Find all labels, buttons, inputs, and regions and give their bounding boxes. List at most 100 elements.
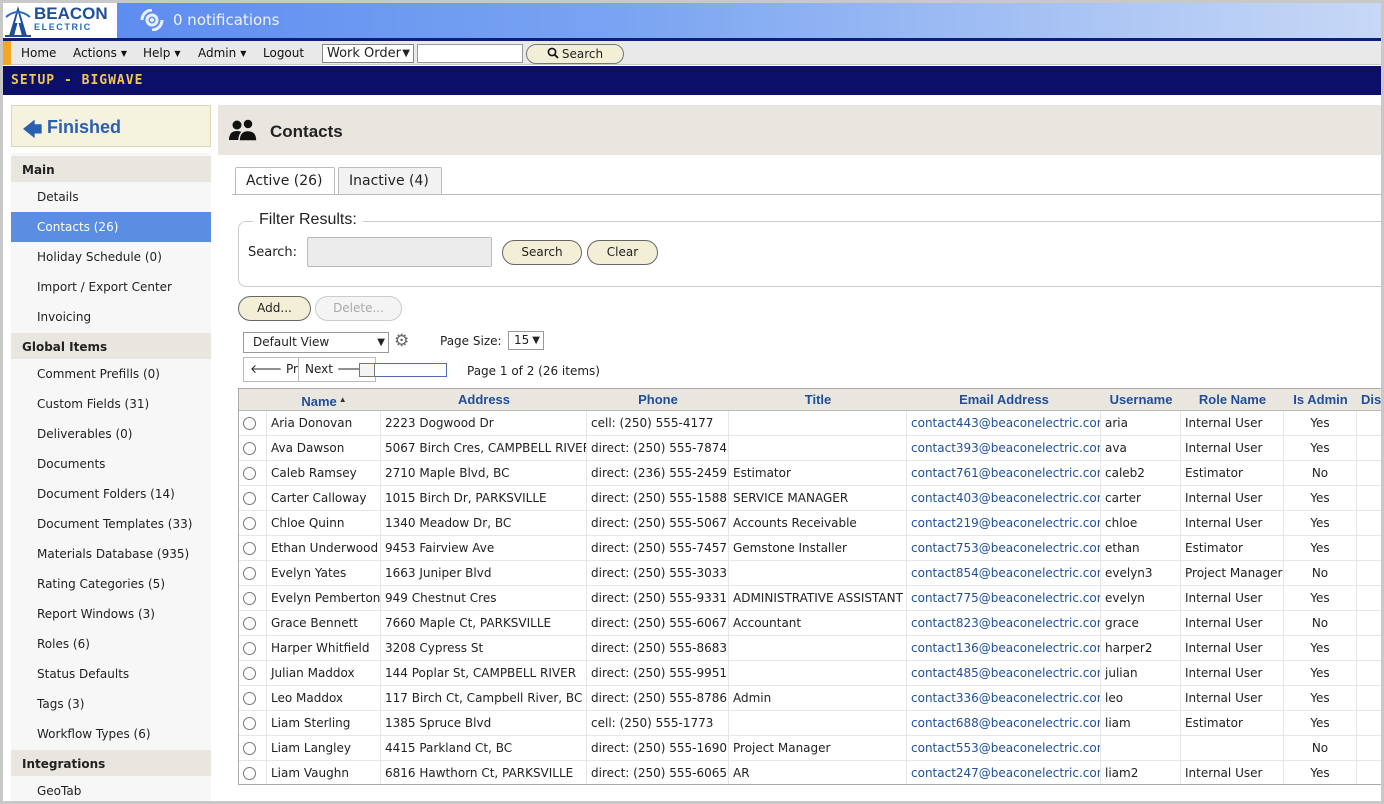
cell-email[interactable]: contact753@beaconelectric.com: [907, 536, 1101, 561]
cell-username: leo: [1101, 686, 1181, 711]
sidebar-item-document-folders[interactable]: Document Folders (14): [11, 479, 211, 509]
quick-search-button[interactable]: Search: [526, 44, 624, 64]
menu-actions[interactable]: Actions ▼: [73, 46, 127, 60]
row-select-cell: [239, 636, 267, 661]
row-select-cell: [239, 536, 267, 561]
header-col-name[interactable]: Name ▲: [267, 389, 381, 411]
logo[interactable]: BEACON ELECTRIC: [3, 3, 115, 38]
filter-search-button[interactable]: Search: [502, 240, 582, 265]
table-row[interactable]: Liam Sterling 1385 Spruce Blvd cell: (250)…: [239, 711, 1381, 736]
row-select-cell: [239, 736, 267, 761]
header-col-username[interactable]: Username: [1101, 389, 1181, 411]
cell-role: Project Manager: [1181, 561, 1284, 586]
cell-dis: [1357, 411, 1381, 436]
gear-icon[interactable]: ⚙: [394, 332, 412, 350]
sidebar-item-status-defaults[interactable]: Status Defaults: [11, 659, 211, 689]
page-slider-handle[interactable]: [359, 363, 375, 377]
page-slider[interactable]: [359, 363, 447, 377]
cell-email[interactable]: contact485@beaconelectric.com: [907, 661, 1101, 686]
tabs-divider: [232, 194, 1381, 195]
cell-email[interactable]: contact688@beaconelectric.com: [907, 711, 1101, 736]
table-row[interactable]: Carter Calloway 1015 Birch Dr, PARKSVILLE…: [239, 486, 1381, 511]
sidebar-item-holiday-schedule[interactable]: Holiday Schedule (0): [11, 242, 211, 272]
table-row[interactable]: Aria Donovan 2223 Dogwood Dr cell: (250) 5…: [239, 411, 1381, 436]
sidebar-item-workflow-types[interactable]: Workflow Types (6): [11, 719, 211, 749]
cell-email[interactable]: contact136@beaconelectric.com: [907, 636, 1101, 661]
table-row[interactable]: Ava Dawson 5067 Birch Cres, CAMPBELL RIVE…: [239, 436, 1381, 461]
sidebar-item-geotab[interactable]: GeoTab: [11, 776, 211, 801]
sidebar-item-document-templates[interactable]: Document Templates (33): [11, 509, 211, 539]
sidebar-item-report-windows[interactable]: Report Windows (3): [11, 599, 211, 629]
table-row[interactable]: Liam Langley 4415 Parkland Ct, BC direct: …: [239, 736, 1381, 761]
cell-email[interactable]: contact443@beaconelectric.com: [907, 411, 1101, 436]
tab-active[interactable]: Active (26): [235, 167, 335, 195]
caret-down-icon: ▼: [240, 49, 247, 58]
filter-search-input[interactable]: [307, 237, 492, 267]
cell-title: [729, 711, 907, 736]
table-row[interactable]: Evelyn Pemberton 949 Chestnut Cres direct:…: [239, 586, 1381, 611]
sidebar-item-tags[interactable]: Tags (3): [11, 689, 211, 719]
filter-clear-button[interactable]: Clear: [587, 240, 658, 265]
notifications-count[interactable]: 0 notifications: [173, 11, 279, 29]
quick-search-label: Search: [561, 47, 604, 61]
cell-email[interactable]: contact761@beaconelectric.com: [907, 461, 1101, 486]
cell-email[interactable]: contact775@beaconelectric.com: [907, 586, 1101, 611]
sidebar-item-invoicing[interactable]: Invoicing: [11, 302, 211, 332]
header-col-phone[interactable]: Phone: [587, 389, 729, 411]
cell-email[interactable]: contact219@beaconelectric.com: [907, 511, 1101, 536]
table-row[interactable]: Leo Maddox 117 Birch Ct, Campbell River, …: [239, 686, 1381, 711]
cell-email[interactable]: contact823@beaconelectric.com: [907, 611, 1101, 636]
finished-button[interactable]: 🡄 Finished: [11, 105, 211, 147]
delete-button[interactable]: Delete...: [315, 296, 402, 321]
table-header: Name ▲ Address Phone Title Email Address Usern…: [239, 389, 1381, 411]
sidebar-item-import-export[interactable]: Import / Export Center: [11, 272, 211, 302]
cell-email[interactable]: contact553@beaconelectric.com: [907, 736, 1101, 761]
cell-email[interactable]: contact247@beaconelectric.com: [907, 761, 1101, 784]
menu-admin[interactable]: Admin ▼: [198, 46, 246, 60]
sidebar-item-contacts[interactable]: Contacts (26): [11, 212, 211, 242]
header-col-address[interactable]: Address: [381, 389, 587, 411]
tab-inactive[interactable]: Inactive (4): [338, 167, 442, 195]
sidebar-item-documents[interactable]: Documents: [11, 449, 211, 479]
sidebar-item-custom-fields[interactable]: Custom Fields (31): [11, 389, 211, 419]
page-size-select[interactable]: 15 ▼: [508, 331, 544, 350]
cell-email[interactable]: contact393@beaconelectric.com: [907, 436, 1101, 461]
table-row[interactable]: Chloe Quinn 1340 Meadow Dr, BC direct: (25…: [239, 511, 1381, 536]
quick-search-input[interactable]: [417, 44, 523, 63]
cell-is-admin: Yes: [1284, 511, 1357, 536]
table-row[interactable]: Harper Whitfield 3208 Cypress St direct: (…: [239, 636, 1381, 661]
table-row[interactable]: Julian Maddox 144 Poplar St, CAMPBELL RIV…: [239, 661, 1381, 686]
table-row[interactable]: Grace Bennett 7660 Maple Ct, PARKSVILLE di…: [239, 611, 1381, 636]
header-label: Email Address: [959, 392, 1049, 407]
cell-name: Liam Vaughn: [267, 761, 381, 784]
sidebar-item-materials-database[interactable]: Materials Database (935): [11, 539, 211, 569]
search-type-select[interactable]: Work Order ▼: [322, 44, 414, 63]
cell-role: Internal User: [1181, 611, 1284, 636]
notification-icon[interactable]: [139, 9, 165, 31]
header-col-email[interactable]: Email Address: [907, 389, 1101, 411]
menu-home[interactable]: Home: [21, 46, 56, 60]
sidebar-item-comment-prefills[interactable]: Comment Prefills (0): [11, 359, 211, 389]
cell-name: Carter Calloway: [267, 486, 381, 511]
menu-help[interactable]: Help ▼: [143, 46, 181, 60]
header-col-role[interactable]: Role Name: [1181, 389, 1284, 411]
sidebar-heading-global: Global Items: [11, 333, 211, 359]
table-row[interactable]: Caleb Ramsey 2710 Maple Blvd, BC direct: (…: [239, 461, 1381, 486]
cell-address: 117 Birch Ct, Campbell River, BC: [381, 686, 587, 711]
sidebar-item-details[interactable]: Details: [11, 182, 211, 212]
header-col-dis[interactable]: Dis: [1357, 389, 1381, 411]
sidebar-item-rating-categories[interactable]: Rating Categories (5): [11, 569, 211, 599]
view-select[interactable]: Default View ▼: [243, 332, 389, 353]
cell-email[interactable]: contact336@beaconelectric.com: [907, 686, 1101, 711]
header-col-is-admin[interactable]: Is Admin: [1284, 389, 1357, 411]
cell-email[interactable]: contact403@beaconelectric.com: [907, 486, 1101, 511]
cell-email[interactable]: contact854@beaconelectric.com: [907, 561, 1101, 586]
table-row[interactable]: Liam Vaughn 6816 Hawthorn Ct, PARKSVILLE d…: [239, 761, 1381, 784]
table-row[interactable]: Ethan Underwood 9453 Fairview Ave direct: …: [239, 536, 1381, 561]
add-button[interactable]: Add...: [238, 296, 311, 321]
sidebar-item-deliverables[interactable]: Deliverables (0): [11, 419, 211, 449]
menu-logout[interactable]: Logout: [263, 46, 304, 60]
sidebar-item-roles[interactable]: Roles (6): [11, 629, 211, 659]
table-row[interactable]: Evelyn Yates 1663 Juniper Blvd direct: (25…: [239, 561, 1381, 586]
header-col-title[interactable]: Title: [729, 389, 907, 411]
